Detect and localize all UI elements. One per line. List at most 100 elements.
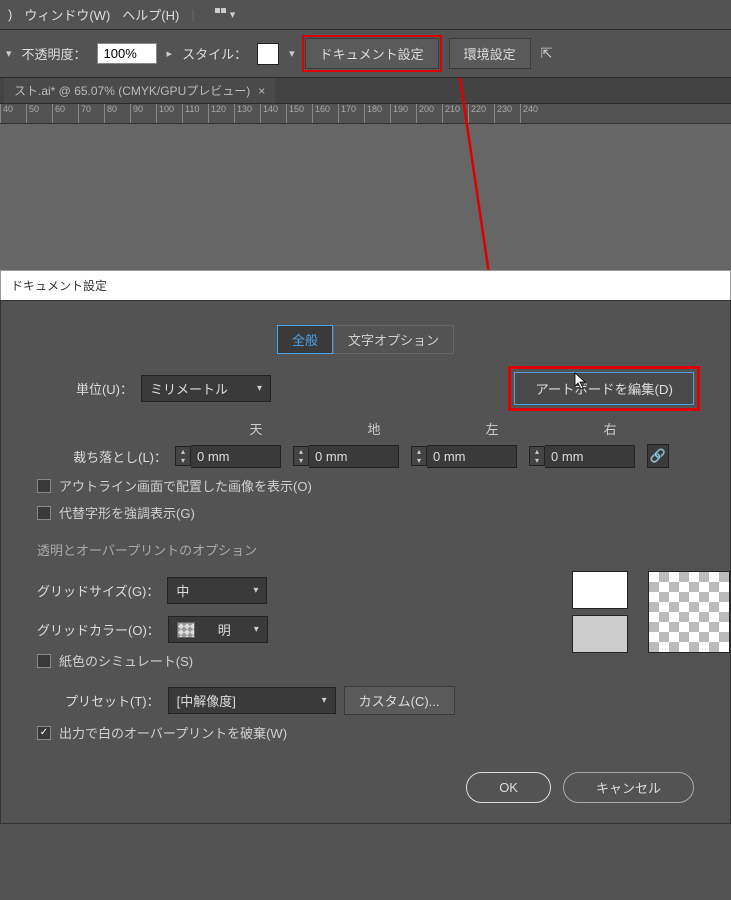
custom-button[interactable]: カスタム(C)... [344,686,455,715]
bleed-right-stepper[interactable]: ▴▾ 0 mm [529,445,639,468]
step-up-icon[interactable]: ▴ [294,447,308,456]
transparency-section-label: 透明とオーバープリントのオプション [37,540,730,559]
alt-glyphs-label: 代替字形を強調表示(G) [59,503,195,522]
canvas[interactable] [0,124,731,274]
opacity-field[interactable]: 100% [97,43,157,64]
bleed-top-header: 天 [197,419,315,438]
grid-preview [572,571,730,653]
alt-glyphs-checkbox[interactable]: 代替字形を強調表示(G) [37,503,730,522]
step-up-icon[interactable]: ▴ [412,447,426,456]
style-swatch[interactable] [257,43,279,65]
preset-label: プリセット(T)： [65,691,160,710]
dither-swatch-icon [177,622,195,638]
ruler-tick: 160 [312,104,338,123]
checkbox-icon [37,479,51,493]
ruler-tick: 150 [286,104,312,123]
tab-general[interactable]: 全般 [277,325,333,354]
chevron-down-icon: ▾ [253,585,258,596]
bleed-left-header: 左 [433,419,551,438]
bleed-top-input[interactable]: 0 mm [191,445,281,468]
tab-text-options[interactable]: 文字オプション [333,325,454,354]
edit-artboards-button[interactable]: アートボードを編集(D) [514,372,694,405]
ruler-tick: 100 [156,104,182,123]
workspace-switcher[interactable]: ▾ [215,8,236,21]
step-down-icon[interactable]: ▾ [412,456,426,465]
ruler-tick: 60 [52,104,78,123]
dialog-tabs: 全般 文字オプション [1,325,730,354]
checkbox-icon [37,726,51,740]
pin-icon[interactable]: ⇱ [541,45,553,62]
grid-color-value: 明 [218,620,231,639]
preview-gray-swatch [572,615,628,653]
step-down-icon[interactable]: ▾ [530,456,544,465]
grid-color-select[interactable]: 明 ▾ [168,616,268,643]
chevron-down-icon: ▾ [254,624,259,635]
chevron-down-icon: ▾ [230,8,236,21]
chevron-down-icon: ▾ [322,695,327,706]
menu-view-partial[interactable]: ) [8,7,12,22]
preview-checker [648,571,730,653]
grid-color-label: グリッドカラー(O)： [37,620,160,639]
document-tab-label: スト.ai* @ 65.07% (CMYK/GPUプレビュー) [14,82,250,99]
ruler-tick: 40 [0,104,26,123]
units-value: ミリメートル [150,379,228,398]
ruler-tick: 190 [390,104,416,123]
preset-select[interactable]: [中解像度] ▾ [168,687,336,714]
cancel-button[interactable]: キャンセル [563,772,694,803]
grid-size-label: グリッドサイズ(G)： [37,581,159,600]
ruler-tick: 200 [416,104,442,123]
step-up-icon[interactable]: ▴ [176,447,190,456]
checkbox-icon [37,654,51,668]
ruler-tick: 170 [338,104,364,123]
bleed-right-input[interactable]: 0 mm [545,445,635,468]
close-icon[interactable]: × [258,84,265,98]
units-select[interactable]: ミリメートル ▾ [141,375,271,402]
step-down-icon[interactable]: ▾ [294,456,308,465]
bleed-right-header: 右 [551,419,669,438]
menu-bar: ) ウィンドウ(W) ヘルプ(H) | ▾ [0,0,731,30]
menu-window[interactable]: ウィンドウ(W) [24,5,110,24]
discard-white-overprint-checkbox[interactable]: 出力で白のオーバープリントを破棄(W) [37,723,730,742]
grid-size-value: 中 [176,581,189,600]
grid-icon [215,8,226,21]
step-down-icon[interactable]: ▾ [176,456,190,465]
bleed-bottom-stepper[interactable]: ▴▾ 0 mm [293,445,403,468]
simulate-paper-checkbox[interactable]: 紙色のシミュレート(S) [37,651,532,670]
menu-help[interactable]: ヘルプ(H) [122,5,179,24]
ruler-tick: 220 [468,104,494,123]
ruler-tick: 180 [364,104,390,123]
ruler-tick: 110 [182,104,208,123]
checkbox-icon [37,506,51,520]
simulate-paper-label: 紙色のシミュレート(S) [59,651,193,670]
chevron-down-icon[interactable]: ▾ [6,47,12,60]
ruler-tick: 130 [234,104,260,123]
bleed-bottom-input[interactable]: 0 mm [309,445,399,468]
grid-size-select[interactable]: 中 ▾ [167,577,267,604]
preset-value: [中解像度] [177,691,236,710]
bleed-left-input[interactable]: 0 mm [427,445,517,468]
units-label: 単位(U)： [37,379,133,398]
control-bar: ▾ 不透明度： 100% ▸ スタイル： ▾ ドキュメント設定 環境設定 ⇱ [0,30,731,78]
outline-images-checkbox[interactable]: アウトライン画面で配置した画像を表示(O) [37,476,730,495]
document-tab[interactable]: スト.ai* @ 65.07% (CMYK/GPUプレビュー) × [4,78,275,103]
chevron-down-icon: ▾ [257,383,262,394]
chevron-down-icon[interactable]: ▾ [289,47,295,60]
outline-images-label: アウトライン画面で配置した画像を表示(O) [59,476,312,495]
bleed-left-stepper[interactable]: ▴▾ 0 mm [411,445,521,468]
bleed-label: 裁ち落とし(L)： [37,447,167,466]
bleed-bottom-header: 地 [315,419,433,438]
link-values-icon[interactable]: 🔗 [647,444,669,468]
ruler-tick: 140 [260,104,286,123]
document-setup-button[interactable]: ドキュメント設定 [305,38,439,69]
bleed-top-stepper[interactable]: ▴▾ 0 mm [175,445,285,468]
preview-white-swatch [572,571,628,609]
horizontal-ruler: 4050607080901001101201301401501601701801… [0,104,731,124]
document-setup-dialog: ドキュメント設定 全般 文字オプション 単位(U)： ミリメートル ▾ アートボ… [0,270,731,900]
ruler-tick: 230 [494,104,520,123]
chevron-right-icon[interactable]: ▸ [167,47,173,60]
ruler-tick: 210 [442,104,468,123]
preferences-button[interactable]: 環境設定 [449,38,531,69]
ok-button[interactable]: OK [466,772,551,803]
ruler-tick: 70 [78,104,104,123]
step-up-icon[interactable]: ▴ [530,447,544,456]
